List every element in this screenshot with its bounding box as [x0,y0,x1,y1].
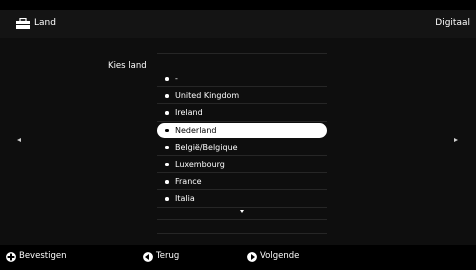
tv-menu-screen: Land Digitaal Kies land - United Kingdom… [0,0,476,270]
bullet-icon [165,94,169,98]
list-item[interactable]: Italia [157,190,327,208]
list-item[interactable]: België/Belgique [157,139,327,156]
right-arrow-icon[interactable] [454,138,458,142]
list-bottom-divider-2 [157,233,327,234]
ok-button-icon [6,252,16,262]
list-item[interactable]: - [157,70,327,88]
country-list: - United Kingdom Ireland Nederland Belgi… [157,70,327,208]
list-item[interactable]: Luxembourg [157,156,327,174]
scroll-down-icon[interactable] [240,210,244,213]
bullet-icon [165,128,169,133]
source-label: Digitaal [435,18,470,28]
bullet-icon [165,111,169,115]
bullet-icon [165,197,169,201]
bullet-icon [165,145,169,150]
bullet-icon [165,162,169,167]
left-arrow-icon[interactable] [17,138,21,142]
left-arrow-circle-icon [143,252,153,262]
header-bar: Land Digitaal [0,10,476,38]
right-arrow-circle-icon [247,252,257,262]
footer-bar: Bevestigen Terug Volgende [0,245,476,270]
bullet-icon [165,77,169,81]
bullet-icon [165,180,169,184]
page-title: Land [34,18,56,28]
briefcase-icon [16,18,30,29]
list-bottom-divider [157,219,327,220]
country-label: Kies land [108,61,147,71]
list-top-divider [157,53,327,54]
list-item[interactable]: United Kingdom [157,87,327,105]
list-item[interactable]: Ireland [157,104,327,122]
list-item-selected[interactable]: Nederland [157,122,327,138]
list-item[interactable]: France [157,173,327,191]
